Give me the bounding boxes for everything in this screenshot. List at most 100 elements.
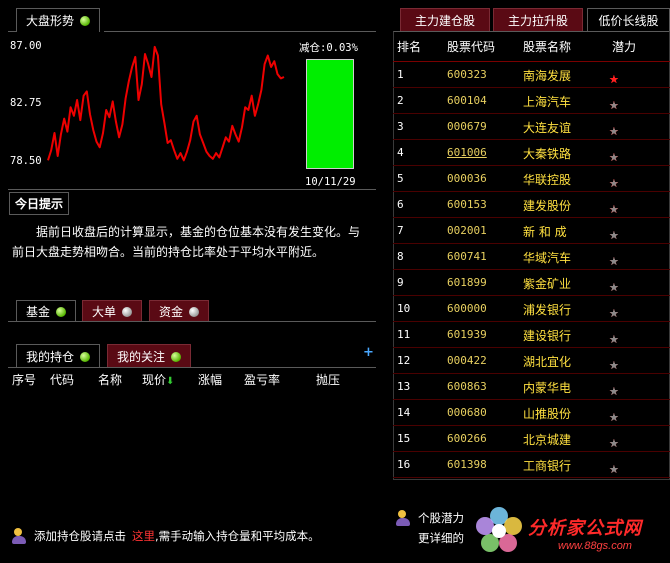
add-holding-link[interactable]: 这里 (132, 528, 155, 544)
tab-main-accumulation[interactable]: 主力建仓股 (400, 8, 490, 32)
y-axis-label-mid: 82.75 (10, 97, 42, 109)
stock-name[interactable]: 华联控股 (523, 171, 571, 188)
stock-code-link[interactable]: 000422 (447, 354, 487, 367)
tip-text-before: 添加持仓股请点击 (34, 529, 126, 543)
chart-date: 10/11/29 (305, 176, 356, 188)
stock-code-link[interactable]: 601939 (447, 328, 487, 341)
column-header-pressure[interactable]: 抛压 (316, 371, 340, 388)
table-row[interactable]: 11 601939 建设银行 ★ ★ ★ ★ ★ (393, 322, 670, 348)
stock-code-link[interactable]: 601398 (447, 458, 487, 471)
tab-large-orders[interactable]: 大单 (82, 300, 143, 322)
stock-code-link[interactable]: 600323 (447, 68, 487, 81)
column-header-potential: 潜力 (612, 40, 637, 54)
stock-name[interactable]: 工商银行 (523, 457, 571, 474)
table-row[interactable]: 3 000679 大连友谊 ★ ★ ★ ★ ★ (393, 114, 670, 140)
stock-name[interactable]: 建设银行 (523, 327, 571, 344)
table-row[interactable]: 2 600104 上海汽车 ★ ★ ★ ★ ★ (393, 88, 670, 114)
stock-name[interactable]: 山推股份 (523, 405, 571, 422)
tab-divider (8, 31, 16, 32)
stock-code-link[interactable]: 600153 (447, 198, 487, 211)
stock-code-link[interactable]: 601899 (447, 276, 487, 289)
stock-rank: 11 (397, 328, 411, 341)
column-header-price[interactable]: 现价⬇ (142, 371, 174, 388)
table-row[interactable]: 4 601006 大秦铁路 ★ ★ ★ ★ ★ (393, 140, 670, 166)
column-header-change[interactable]: 涨幅 (198, 371, 222, 388)
stock-name[interactable]: 湖北宜化 (523, 353, 571, 370)
table-row[interactable]: 12 000422 湖北宜化 ★ ★ ★ ★ ★ (393, 348, 670, 374)
section-divider (8, 189, 376, 190)
stock-name[interactable]: 华域汽车 (523, 249, 571, 266)
star-icon: ★ (609, 99, 619, 112)
tab-main-pullup[interactable]: 主力拉升股 (493, 8, 583, 32)
y-axis-label-top: 87.00 (10, 40, 42, 52)
stock-name[interactable]: 新 和 成 (523, 223, 567, 240)
star-icon: ★ (609, 359, 619, 372)
tab-market-situation[interactable]: 大盘形势 (16, 8, 101, 32)
stock-rank: 12 (397, 354, 411, 367)
table-row[interactable]: 16 601398 工商银行 ★ ★ ★ ★ ★ (393, 452, 670, 478)
table-row[interactable]: 9 601899 紫金矿业 ★ ★ ★ ★ ★ (393, 270, 670, 296)
tab-my-watchlist[interactable]: 我的关注 (107, 344, 192, 368)
table-row[interactable]: 6 600153 建发股份 ★ ★ ★ ★ ★ (393, 192, 670, 218)
stock-code-link[interactable]: 601006 (447, 146, 487, 159)
stock-name[interactable]: 紫金矿业 (523, 275, 571, 292)
status-dot-icon (80, 351, 91, 362)
tab-my-holdings[interactable]: 我的持仓 (16, 344, 101, 368)
table-row[interactable]: 10 600000 浦发银行 ★ ★ ★ ★ ★ (393, 296, 670, 322)
sort-down-arrow-icon: ⬇ (166, 376, 175, 387)
user-icon (12, 528, 28, 544)
stock-code-link[interactable]: 600104 (447, 94, 487, 107)
flower-logo-icon (476, 507, 522, 552)
column-header-profit[interactable]: 盈亏率 (244, 371, 280, 388)
column-header-name[interactable]: 名称 (98, 371, 122, 388)
table-row[interactable]: 8 600741 华域汽车 ★ ★ ★ ★ ★ (393, 244, 670, 270)
stock-code-link[interactable]: 002001 (447, 224, 487, 237)
stock-code-link[interactable]: 000036 (447, 172, 487, 185)
stock-code-link[interactable]: 600863 (447, 380, 487, 393)
star-icon: ★ (609, 281, 619, 294)
stock-name[interactable]: 大秦铁路 (523, 145, 571, 162)
stock-rank: 10 (397, 302, 411, 315)
column-header-code[interactable]: 代码 (50, 371, 74, 388)
tab-capital[interactable]: 资金 (149, 300, 210, 322)
column-header-index[interactable]: 序号 (12, 371, 36, 388)
status-dot-icon (171, 351, 182, 362)
market-trend-chart (47, 45, 285, 162)
add-icon[interactable]: + (363, 345, 374, 360)
column-header-stock-name: 股票名称 (523, 40, 572, 54)
stock-code-link[interactable]: 600000 (447, 302, 487, 315)
stock-code-link[interactable]: 000680 (447, 406, 487, 419)
tab-label: 大单 (92, 305, 117, 319)
stock-name[interactable]: 大连友谊 (523, 119, 571, 136)
table-row[interactable]: 15 600266 北京城建 ★ ★ ★ ★ ★ (393, 426, 670, 452)
star-icon: ★ (609, 203, 619, 216)
stock-name[interactable]: 建发股份 (523, 197, 571, 214)
table-row[interactable]: 7 002001 新 和 成 ★ ★ ★ ★ ★ (393, 218, 670, 244)
stock-rank: 16 (397, 458, 411, 471)
stock-rank: 15 (397, 432, 411, 445)
stock-rank: 4 (397, 146, 404, 159)
table-row[interactable]: 5 000036 华联控股 ★ ★ ★ ★ ★ (393, 166, 670, 192)
stock-name[interactable]: 南海发展 (523, 67, 571, 84)
stock-name[interactable]: 内蒙华电 (523, 379, 571, 396)
stock-name[interactable]: 上海汽车 (523, 93, 571, 110)
position-ratio-fill (307, 60, 353, 168)
stock-code-link[interactable]: 600741 (447, 250, 487, 263)
position-ratio-gauge (306, 59, 354, 169)
table-row[interactable]: 13 600863 内蒙华电 ★ ★ ★ ★ ★ (393, 374, 670, 400)
user-icon (396, 510, 412, 526)
table-row[interactable]: 14 000680 山推股份 ★ ★ ★ ★ ★ (393, 400, 670, 426)
star-icon: ★ (609, 307, 619, 320)
stock-name[interactable]: 浦发银行 (523, 301, 571, 318)
star-icon: ★ (609, 177, 619, 190)
status-dot-icon (56, 306, 67, 317)
column-header-stock-code: 股票代码 (447, 40, 496, 54)
table-row[interactable]: 1 600323 南海发展 ★ ★ ★ ★ ★ (393, 62, 670, 88)
stock-name[interactable]: 北京城建 (523, 431, 571, 448)
stock-rank: 14 (397, 406, 411, 419)
stock-code-link[interactable]: 000679 (447, 120, 487, 133)
tab-low-price-long-term[interactable]: 低价长线股 (587, 8, 670, 32)
stock-code-link[interactable]: 600266 (447, 432, 487, 445)
stock-rank: 3 (397, 120, 404, 133)
tab-fund[interactable]: 基金 (16, 300, 77, 322)
